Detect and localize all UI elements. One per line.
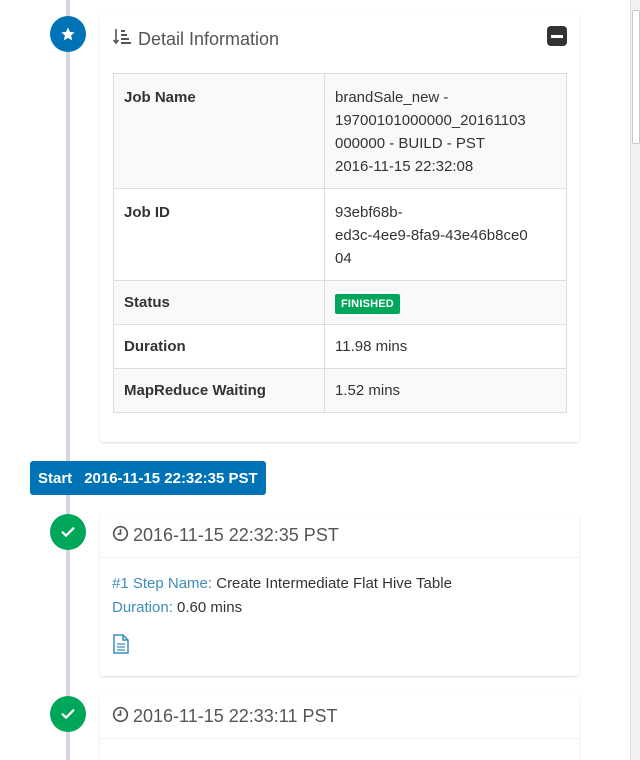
step-header: 2016-11-15 22:32:35 PST xyxy=(100,514,579,558)
scrollbar-thumb[interactable] xyxy=(632,10,640,144)
star-icon xyxy=(50,16,86,52)
detail-information-panel: Detail Information Job Name brandSale_ne… xyxy=(100,14,579,442)
clock-icon xyxy=(112,525,129,547)
job-name-value: brandSale_new - 19700101000000_20161103 … xyxy=(324,73,567,189)
start-text: Start xyxy=(38,469,73,487)
row-label: MapReduce Waiting xyxy=(113,368,325,413)
minus-icon xyxy=(551,34,563,38)
duration-value: 11.98 mins xyxy=(324,324,567,369)
step-header: 2016-11-15 22:33:11 PST xyxy=(100,695,579,739)
table-row: Job ID 93ebf68b- ed3c-4ee9-8fa9-43e46b8c… xyxy=(113,188,567,281)
mapreduce-waiting-value: 1.52 mins xyxy=(324,368,567,413)
sort-amount-icon xyxy=(112,27,132,52)
step-name-key: #1 Step Name: xyxy=(112,575,213,592)
step-name-line: #1 Step Name: Create Intermediate Flat H… xyxy=(112,572,567,596)
step-time: 2016-11-15 22:32:35 PST xyxy=(133,525,339,545)
table-row: Duration 11.98 mins xyxy=(113,324,567,369)
row-label: Job Name xyxy=(113,73,325,189)
step-name-value: Create Intermediate Flat Hive Table xyxy=(216,575,452,592)
file-text-icon[interactable] xyxy=(112,634,567,662)
row-label: Status xyxy=(113,280,325,325)
status-badge: FINISHED xyxy=(335,294,400,314)
step-body: #1 Step Name: Create Intermediate Flat H… xyxy=(100,558,579,662)
job-id-value: 93ebf68b- ed3c-4ee9-8fa9-43e46b8ce0 04 xyxy=(324,188,567,281)
step-duration-value: 0.60 mins xyxy=(177,599,243,616)
step-panel: 2016-11-15 22:33:11 PST xyxy=(100,695,579,760)
check-icon xyxy=(50,696,86,732)
step-duration-line: Duration: 0.60 mins xyxy=(112,596,567,620)
detail-header: Detail Information xyxy=(100,14,579,64)
detail-table: Job Name brandSale_new - 19700101000000_… xyxy=(113,73,567,413)
step-time: 2016-11-15 22:33:11 PST xyxy=(133,706,338,726)
timeline-line xyxy=(66,0,70,760)
start-time: 2016-11-15 22:32:35 PST xyxy=(84,469,258,487)
row-label: Job ID xyxy=(113,188,325,281)
timeline-start-label: Start 2016-11-15 22:32:35 PST xyxy=(30,461,266,495)
detail-title: Detail Information xyxy=(138,28,280,49)
collapse-button[interactable] xyxy=(547,26,567,46)
row-label: Duration xyxy=(113,324,325,369)
step-panel: 2016-11-15 22:32:35 PST #1 Step Name: Cr… xyxy=(100,514,579,676)
table-row: Status FINISHED xyxy=(113,280,567,325)
step-duration-key: Duration: xyxy=(112,599,173,616)
table-row: MapReduce Waiting 1.52 mins xyxy=(113,368,567,413)
clock-icon xyxy=(112,706,129,728)
check-icon xyxy=(50,514,86,550)
table-row: Job Name brandSale_new - 19700101000000_… xyxy=(113,73,567,189)
